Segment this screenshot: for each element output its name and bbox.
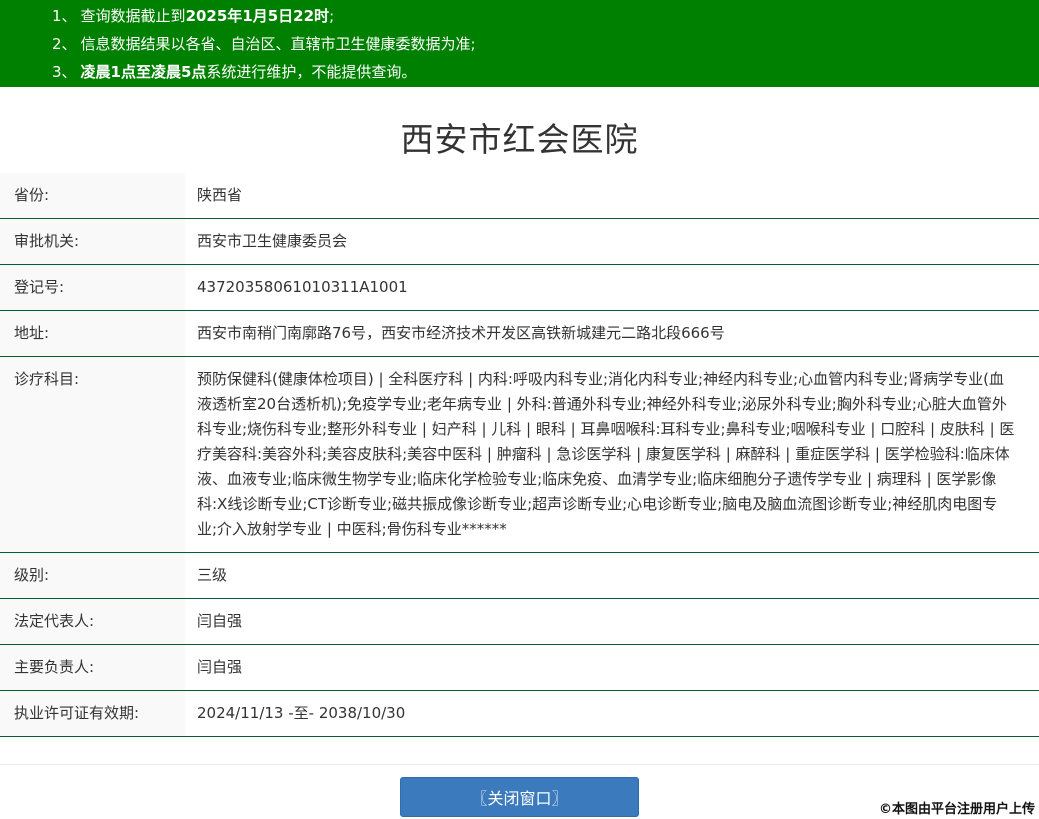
row-value: 闫自强	[197, 612, 243, 630]
row-value: 2024/11/13 -至- 2038/10/30	[197, 704, 406, 722]
notice-bar: 1、 查询数据截止到2025年1月5日22时; 2、 信息数据结果以各省、自治区、直辖…	[0, 0, 1039, 87]
row-label: 主要负责人:	[0, 645, 185, 690]
row-label: 登记号:	[0, 265, 185, 310]
table-row: 主要负责人: 闫自强	[0, 645, 1039, 691]
row-label: 地址:	[0, 311, 185, 356]
table-row: 登记号: 43720358061010311A1001	[0, 265, 1039, 311]
table-row: 地址: 西安市南稍门南廓路76号，西安市经济技术开发区高铁新城建元二路北段666号	[0, 311, 1039, 357]
table-row: 诊疗科目: 预防保健科(健康体检项目) | 全科医疗科 | 内科:呼吸内科专业;消…	[0, 357, 1039, 553]
table-row: 省份: 陕西省	[0, 173, 1039, 219]
row-value: 闫自强	[197, 658, 243, 676]
table-row: 法定代表人: 闫自强	[0, 599, 1039, 645]
row-label: 执业许可证有效期:	[0, 691, 185, 736]
row-value: 西安市卫生健康委员会	[197, 232, 348, 250]
notice-line: 1、 查询数据截止到2025年1月5日22时;	[52, 2, 1019, 30]
row-value: 预防保健科(健康体检项目) | 全科医疗科 | 内科:呼吸内科专业;消化内科专业…	[197, 370, 1015, 538]
row-value: 陕西省	[197, 186, 243, 204]
table-row: 执业许可证有效期: 2024/11/13 -至- 2038/10/30	[0, 691, 1039, 737]
hospital-license-query-page: { "notices": { "items": [ {"num": "1、", …	[0, 0, 1039, 819]
table-row: 审批机关: 西安市卫生健康委员会	[0, 219, 1039, 265]
notice-text: ;	[329, 7, 335, 25]
row-label: 省份:	[0, 173, 185, 218]
notice-number: 3、	[52, 63, 77, 81]
notice-number: 2、	[52, 35, 77, 53]
footer-divider	[0, 764, 1039, 765]
close-window-button[interactable]: 〖关闭窗口〗	[400, 777, 639, 817]
notice-text: 系统进行维护，不能提供查询。	[206, 63, 417, 81]
notice-text: 凌晨1点至凌晨5点	[80, 63, 207, 81]
row-label: 法定代表人:	[0, 599, 185, 644]
row-label: 级别:	[0, 553, 185, 598]
uploader-watermark: ©本图由平台注册用户上传	[878, 802, 1035, 817]
notice-text: 信息数据结果以各省、自治区、直辖市卫生健康委数据为准;	[80, 35, 476, 53]
notice-text: 查询数据截止到	[80, 7, 186, 25]
row-value: 三级	[197, 566, 228, 584]
row-label: 诊疗科目:	[0, 357, 185, 552]
notice-text: 2025年1月5日22时	[185, 7, 330, 25]
page-title: 西安市红会医院	[400, 120, 639, 159]
table-row: 级别: 三级	[0, 553, 1039, 599]
info-table: 省份: 陕西省 审批机关: 西安市卫生健康委员会 登记号: 437203580610103…	[0, 173, 1039, 737]
row-value: 43720358061010311A1001	[197, 278, 408, 296]
notice-line: 3、 凌晨1点至凌晨5点系统进行维护，不能提供查询。	[52, 58, 1019, 86]
notice-number: 1、	[52, 7, 77, 25]
notice-line: 2、 信息数据结果以各省、自治区、直辖市卫生健康委数据为准;	[52, 30, 1019, 58]
row-value: 西安市南稍门南廓路76号，西安市经济技术开发区高铁新城建元二路北段666号	[197, 324, 725, 342]
row-label: 审批机关:	[0, 219, 185, 264]
